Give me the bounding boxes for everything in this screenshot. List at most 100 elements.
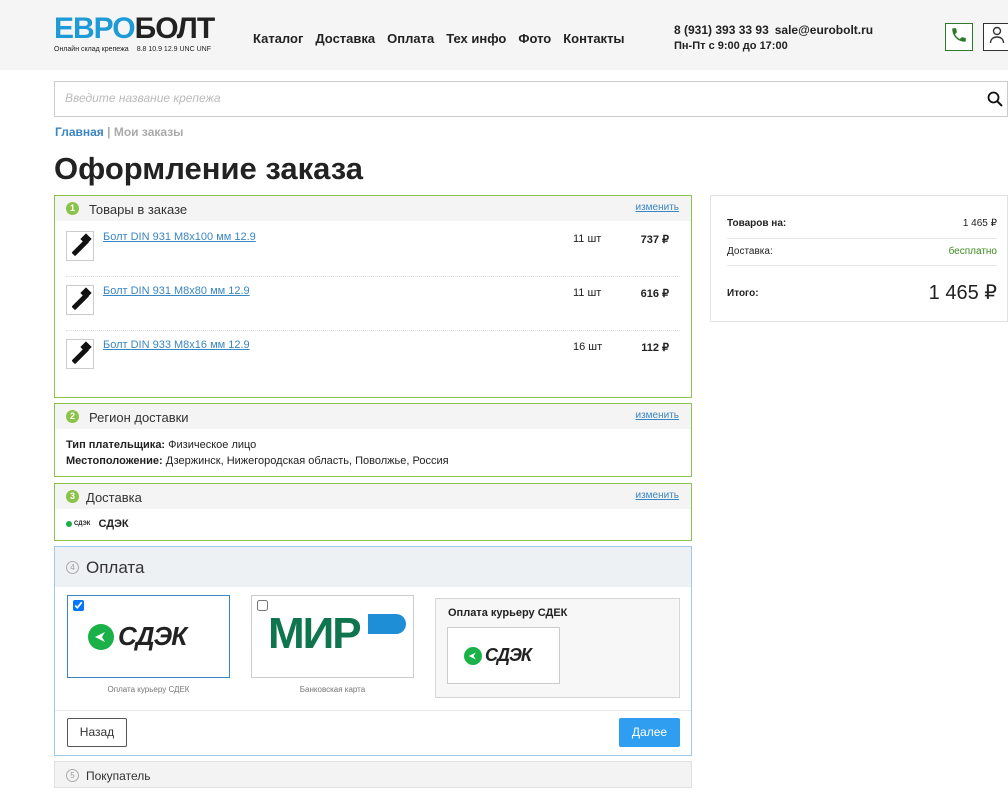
breadcrumb-home[interactable]: Главная <box>55 125 104 139</box>
item-price: 616 ₽ <box>640 288 669 300</box>
summary-goods-value: 1 465 ₽ <box>962 218 997 229</box>
payment-divider <box>55 710 691 711</box>
summary-delivery-row: Доставка: бесплатно <box>727 246 997 257</box>
delivery-method: СДЭК СДЭК <box>66 518 129 530</box>
step-number-badge: 1 <box>66 202 79 215</box>
contact-info: 8 (931) 393 33 93 sale@eurobolt.ru Пн-Пт … <box>674 23 879 52</box>
step-delivery-title: Доставка <box>86 490 142 505</box>
logo-wordmark: евроболт <box>54 12 215 45</box>
item-name-link[interactable]: Болт DIN 933 M8x16 мм 12.9 <box>103 339 250 351</box>
step-region-title: Регион доставки <box>89 410 189 425</box>
logo[interactable]: евроболт Онлайн склад крепежа 8.8 10.9 12… <box>54 12 215 54</box>
summary-divider <box>727 265 997 266</box>
item-name-link[interactable]: Болт DIN 931 M8x80 мм 12.9 <box>103 285 250 297</box>
payment-option-card[interactable]: МИР <box>251 595 414 678</box>
item-quantity: 11 шт <box>573 233 602 245</box>
order-summary: Товаров на: 1 465 ₽ Доставка: бесплатно … <box>710 195 1008 322</box>
nav-photo[interactable]: Фото <box>518 31 551 46</box>
selected-payment-title: Оплата курьеру СДЕК <box>448 607 568 619</box>
location-value: Дзержинск, Нижегородская область, Поволж… <box>165 455 449 467</box>
step-payment-header: 4 Оплата <box>55 547 691 587</box>
nav-tech-info[interactable]: Тех инфо <box>446 31 506 46</box>
nav-catalog[interactable]: Каталог <box>253 31 303 46</box>
item-price: 112 ₽ <box>641 342 669 354</box>
item-divider <box>66 330 680 331</box>
item-divider <box>66 276 680 277</box>
breadcrumb-current: Мои заказы <box>113 125 184 139</box>
location-line: Местоположение: Дзержинск, Нижегородская… <box>66 455 449 467</box>
logo-tagline-text: Онлайн склад крепежа <box>54 46 129 53</box>
working-hours: Пн-Пт с 9:00 до 17:00 <box>674 40 788 52</box>
payment-option-caption: Банковская карта <box>299 685 366 694</box>
phone-number[interactable]: 8 (931) 393 33 93 <box>674 23 769 37</box>
payment-option-caption: Оплата курьеру СДЕК <box>107 685 190 694</box>
nav-payment[interactable]: Оплата <box>387 31 434 46</box>
back-button[interactable]: Назад <box>67 718 127 747</box>
logo-part-evro: евро <box>54 12 136 45</box>
edit-region-link[interactable]: изменить <box>635 410 679 421</box>
step-buyer-panel[interactable]: 5 Покупатель <box>54 761 692 788</box>
mir-logo-accent <box>368 614 406 634</box>
step-region-header: 2 Регион доставки изменить <box>55 404 691 429</box>
summary-total-row: Итого: 1 465 ₽ <box>727 282 997 304</box>
cdek-logo-mark <box>464 646 482 665</box>
edit-goods-link[interactable]: изменить <box>635 202 679 213</box>
breadcrumb-separator: | <box>107 125 111 139</box>
mir-logo: МИР <box>268 612 406 656</box>
step-payment-title: Оплата <box>86 558 145 577</box>
breadcrumb: Главная | Мои заказы <box>55 125 183 139</box>
next-button[interactable]: Далее <box>619 718 680 747</box>
step-buyer-title: Покупатель <box>86 769 151 783</box>
payer-type-line: Тип плательщика: Физическое лицо <box>66 439 256 451</box>
bolt-thumbnail[interactable] <box>66 339 94 369</box>
bolt-thumbnail[interactable] <box>66 285 94 315</box>
edit-delivery-link[interactable]: изменить <box>635 490 679 501</box>
payment-option-cdek[interactable]: СДЭК <box>67 595 230 678</box>
step-payment-panel: 4 Оплата СДЭК Оплата курьеру СДЕК МИР Ба… <box>54 546 692 756</box>
payment-cdek-checkbox[interactable] <box>73 600 84 611</box>
summary-delivery-value: бесплатно <box>948 246 997 257</box>
step-number-badge: 2 <box>66 410 79 423</box>
nav-contacts[interactable]: Контакты <box>563 31 624 46</box>
item-quantity: 16 шт <box>573 341 603 353</box>
summary-delivery-label: Доставка: <box>727 246 773 257</box>
step-delivery-panel: 3 Доставка изменить СДЭК СДЭК <box>54 483 692 541</box>
selected-payment-info: Оплата курьеру СДЕК СДЭК <box>435 598 680 698</box>
summary-goods-row: Товаров на: 1 465 ₽ <box>727 218 997 229</box>
cdek-logo-text: СДЭК <box>118 621 187 651</box>
step-number-badge: 4 <box>66 561 79 574</box>
nav-delivery[interactable]: Доставка <box>315 31 375 46</box>
cdek-logo-mark <box>88 623 114 650</box>
email-link[interactable]: sale@eurobolt.ru <box>775 23 873 37</box>
cdek-logo-small-text: СДЭК <box>74 521 91 527</box>
item-price: 737 ₽ <box>640 234 669 246</box>
bolt-thumbnail[interactable] <box>66 231 94 261</box>
main-nav: Каталог Доставка Оплата Тех инфо Фото Ко… <box>253 31 625 46</box>
order-item: Болт DIN 933 M8x16 мм 12.9 16 шт 112 ₽ <box>66 335 680 389</box>
logo-grades: 8.8 10.9 12.9 UNC UNF <box>136 46 211 53</box>
order-item: Болт DIN 931 M8x100 мм 12.9 11 шт 737 ₽ <box>66 227 680 281</box>
step-delivery-header: 3 Доставка изменить <box>55 484 691 509</box>
account-button[interactable] <box>983 23 1008 51</box>
step-number-badge: 5 <box>66 769 79 782</box>
delivery-method-name: СДЭК <box>98 518 129 530</box>
summary-total-label: Итого: <box>727 288 759 299</box>
page-title: Оформление заказа <box>54 151 364 186</box>
step-goods-panel: 1 Товары в заказе изменить Болт DIN 931 … <box>54 195 692 398</box>
payer-type-value: Физическое лицо <box>168 439 257 451</box>
phone-icon <box>950 26 968 49</box>
cdek-logo-small: СДЭК <box>66 521 90 527</box>
summary-goods-label: Товаров на: <box>727 218 787 229</box>
step-number-badge: 3 <box>66 490 79 503</box>
logo-tagline: Онлайн склад крепежа 8.8 10.9 12.9 UNC UN… <box>54 46 214 53</box>
payer-type-label: Тип плательщика: <box>66 439 166 451</box>
location-label: Местоположение: <box>66 455 163 467</box>
item-name-link[interactable]: Болт DIN 931 M8x100 мм 12.9 <box>103 231 256 243</box>
payment-card-checkbox[interactable] <box>257 600 268 611</box>
cdek-logo-text: СДЭК <box>485 645 532 665</box>
summary-divider <box>727 238 997 239</box>
search-icon[interactable] <box>987 91 1003 112</box>
call-button[interactable] <box>945 23 973 51</box>
site-header: евроболт Онлайн склад крепежа 8.8 10.9 12… <box>0 0 1008 70</box>
search-input[interactable] <box>63 90 967 106</box>
